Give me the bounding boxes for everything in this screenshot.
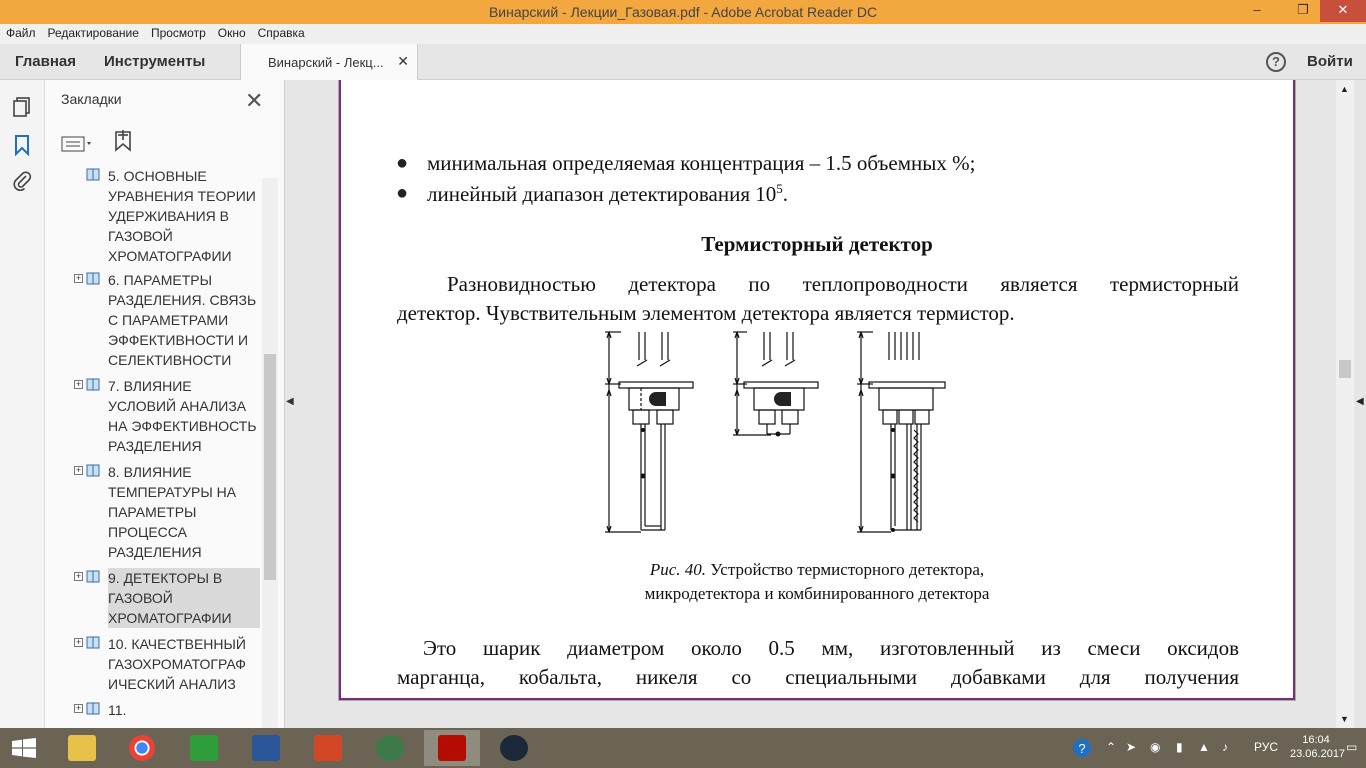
bookmark-page-icon	[86, 272, 100, 285]
paragraph-line: Разновидностью детектора по теплопроводн…	[447, 272, 1239, 296]
expand-icon[interactable]: +	[74, 274, 83, 283]
powerpoint-icon	[314, 735, 342, 761]
telegram-icon[interactable]: ➤	[1126, 740, 1136, 754]
battery-icon[interactable]: ▮	[1176, 740, 1183, 754]
paragraph-line: Это шарик диаметром около 0.5 мм, изгото…	[423, 636, 1239, 660]
scrollbar-thumb[interactable]	[1339, 360, 1351, 378]
app-icon	[376, 735, 404, 761]
navigation-pane-toolbar	[0, 80, 45, 728]
bullet-text: линейный диапазон детектирования 105.	[427, 181, 788, 206]
tab-home[interactable]: Главная	[15, 53, 76, 70]
help-icon[interactable]: ?	[1266, 52, 1286, 72]
menu-edit[interactable]: Редактирование	[42, 24, 145, 42]
scrollbar-thumb[interactable]	[264, 354, 276, 580]
language-indicator[interactable]: РУС	[1254, 740, 1278, 754]
expand-icon[interactable]: +	[74, 380, 83, 389]
restore-button[interactable]: ❐	[1286, 0, 1320, 22]
expand-icon[interactable]: +	[74, 466, 83, 475]
section-heading: Термисторный детектор	[701, 232, 933, 256]
bookmark-list: 5. ОСНОВНЫЕ УРАВНЕНИЯ ТЕОРИИ УДЕРЖИВАНИЯ…	[45, 166, 261, 728]
document-tab-label: Винарский - Лекц...	[268, 55, 384, 70]
bookmark-page-icon	[86, 168, 100, 181]
close-tab-icon[interactable]: ✕	[397, 53, 409, 70]
clock-date: 23.06.2017	[1290, 748, 1346, 760]
camera-app-icon	[190, 735, 218, 761]
close-window-button[interactable]: ✕	[1320, 0, 1366, 22]
menu-help[interactable]: Справка	[252, 24, 311, 42]
new-bookmark-icon[interactable]	[110, 128, 136, 154]
bookmark-icon[interactable]	[11, 134, 33, 156]
steam-icon	[500, 735, 528, 761]
volume-icon[interactable]: ♪	[1222, 740, 1228, 754]
pdf-page: ● минимальная определяемая концентрация …	[339, 80, 1295, 700]
paragraph-line: марганца, кобальта, никеля со специальны…	[397, 665, 1239, 689]
minimize-button[interactable]: –	[1240, 0, 1274, 22]
figure-caption: микродетектора и комбинированного детект…	[644, 584, 990, 603]
taskbar: ? ⌃ ➤ ◉ ▮ ▲ ♪ РУС 16:04 23.06.2017 ▭	[0, 728, 1366, 768]
title-bar: Винарский - Лекции_Газовая.pdf - Adobe A…	[0, 0, 1366, 24]
folder-icon	[68, 735, 96, 761]
close-panel-icon[interactable]: ✕	[245, 88, 263, 114]
bullet-icon: ●	[396, 152, 409, 174]
bookmarks-header: Закладки	[61, 91, 122, 107]
document-scrollbar[interactable]: ▲ ▼	[1336, 80, 1354, 728]
pages-icon[interactable]	[11, 96, 33, 118]
network-icon[interactable]: ▲	[1198, 740, 1210, 754]
thermistor-detector-figure	[605, 331, 946, 533]
bullet-text: минимальная определяемая концентрация – …	[427, 151, 976, 175]
scroll-up-icon[interactable]: ▲	[1340, 84, 1349, 94]
taskbar-app[interactable]	[362, 730, 418, 766]
taskbar-word[interactable]	[238, 730, 294, 766]
expand-right-panel-icon[interactable]: ◀	[1356, 396, 1364, 407]
collapse-panel-icon[interactable]: ◀	[286, 396, 294, 407]
tray-expand-icon[interactable]: ⌃	[1106, 740, 1116, 754]
bookmarks-scrollbar[interactable]	[262, 178, 278, 728]
windows-start-icon[interactable]	[12, 738, 36, 758]
menu-window[interactable]: Окно	[212, 24, 252, 42]
chrome-icon	[129, 735, 155, 761]
document-tab[interactable]: Винарский - Лекц... ✕	[240, 44, 418, 80]
acrobat-icon	[438, 735, 466, 761]
menu-bar: Файл Редактирование Просмотр Окно Справка	[0, 24, 1366, 44]
tab-tools[interactable]: Инструменты	[104, 53, 205, 70]
taskbar-camera[interactable]	[176, 730, 232, 766]
bookmarks-toolbar	[61, 128, 136, 157]
clock-time: 16:04	[1302, 734, 1330, 746]
scroll-down-icon[interactable]: ▼	[1340, 714, 1349, 724]
expand-icon[interactable]: +	[74, 572, 83, 581]
notifications-icon[interactable]: ▭	[1346, 740, 1357, 754]
taskbar-powerpoint[interactable]	[300, 730, 356, 766]
bookmark-page-icon	[86, 636, 100, 649]
paragraph-line: детектор. Чувствительным элементом детек…	[397, 301, 1015, 325]
taskbar-explorer[interactable]	[54, 730, 110, 766]
bookmark-page-icon	[86, 702, 100, 715]
figure-caption: Рис. 40. Устройство термисторного детект…	[649, 560, 985, 579]
bookmark-page-icon	[86, 464, 100, 477]
bookmark-page-icon	[86, 378, 100, 391]
taskbar-steam[interactable]	[486, 730, 542, 766]
right-panel-toggle[interactable]: ◀	[1354, 80, 1366, 728]
clock[interactable]: 16:04 23.06.2017	[1290, 733, 1346, 761]
expand-icon[interactable]: +	[74, 704, 83, 713]
help-tray-icon[interactable]: ?	[1072, 738, 1092, 758]
bookmark-page-icon	[86, 570, 100, 583]
tab-bar: Главная Инструменты Винарский - Лекц... …	[0, 44, 1366, 80]
bullet-icon: ●	[396, 182, 409, 204]
menu-view[interactable]: Просмотр	[145, 24, 212, 42]
expand-icon[interactable]: +	[74, 638, 83, 647]
login-button[interactable]: Войти	[1307, 53, 1353, 70]
taskbar-acrobat[interactable]	[424, 730, 480, 766]
attachment-icon[interactable]	[11, 170, 33, 192]
steam-tray-icon[interactable]: ◉	[1150, 740, 1160, 754]
options-menu-icon[interactable]	[61, 134, 95, 154]
taskbar-chrome[interactable]	[114, 730, 170, 766]
document-view: ● минимальная определяемая концентрация …	[299, 80, 1336, 728]
window-title: Винарский - Лекции_Газовая.pdf - Adobe A…	[488, 4, 878, 20]
menu-file[interactable]: Файл	[0, 24, 42, 42]
word-icon	[252, 735, 280, 761]
svg-text:?: ?	[1078, 741, 1085, 756]
